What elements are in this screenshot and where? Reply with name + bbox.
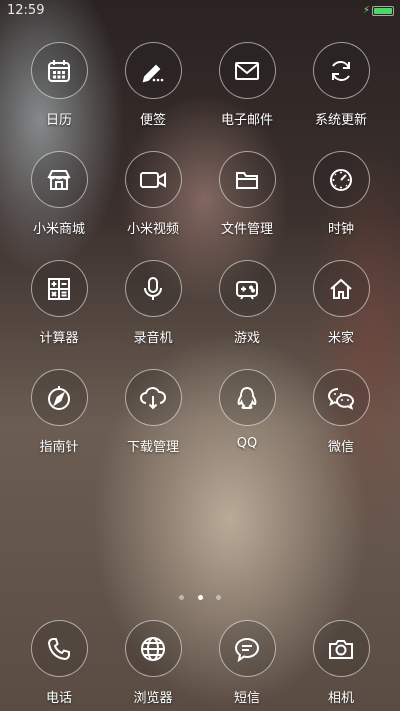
home-icon	[313, 260, 370, 317]
microphone-icon	[125, 260, 182, 317]
app-games[interactable]: 游戏	[200, 260, 294, 346]
dock-camera[interactable]: 相机	[294, 620, 388, 706]
app-compass[interactable]: 指南针	[12, 369, 106, 455]
app-notes[interactable]: 便签	[106, 42, 200, 128]
status-time: 12:59	[7, 3, 44, 18]
app-label: 录音机	[106, 327, 200, 346]
app-label: 电话	[12, 687, 106, 706]
store-icon	[31, 151, 88, 208]
calculator-icon	[31, 260, 88, 317]
qq-penguin-icon	[219, 369, 276, 426]
wechat-icon	[313, 369, 370, 426]
dock-messages[interactable]: 短信	[200, 620, 294, 706]
app-calculator[interactable]: 计算器	[12, 260, 106, 346]
gamepad-icon	[219, 260, 276, 317]
app-label: 文件管理	[200, 218, 294, 237]
app-calendar[interactable]: 日历	[12, 42, 106, 128]
app-label: 相机	[294, 687, 388, 706]
app-label: 电子邮件	[200, 109, 294, 128]
message-icon	[219, 620, 276, 677]
app-mijia[interactable]: 米家	[294, 260, 388, 346]
charging-icon: ⚡	[363, 5, 370, 16]
folder-icon	[219, 151, 276, 208]
app-label: 短信	[200, 687, 294, 706]
app-label: 便签	[106, 109, 200, 128]
app-label: 指南针	[12, 436, 106, 455]
cloud-download-icon	[125, 369, 182, 426]
mail-icon	[219, 42, 276, 99]
compass-icon	[31, 369, 88, 426]
refresh-icon	[313, 42, 370, 99]
app-label: 计算器	[12, 327, 106, 346]
clock-icon	[313, 151, 370, 208]
app-email[interactable]: 电子邮件	[200, 42, 294, 128]
camera-icon	[313, 620, 370, 677]
app-label: 浏览器	[106, 687, 200, 706]
app-clock[interactable]: 时钟	[294, 151, 388, 237]
calendar-icon	[31, 42, 88, 99]
page-indicator	[0, 585, 400, 604]
app-label: 下载管理	[106, 436, 200, 455]
app-label: 游戏	[200, 327, 294, 346]
app-recorder[interactable]: 录音机	[106, 260, 200, 346]
app-qq[interactable]: QQ	[200, 369, 294, 451]
battery-icon	[372, 6, 394, 16]
app-label: QQ	[200, 436, 294, 451]
app-file-manager[interactable]: 文件管理	[200, 151, 294, 237]
app-label: 系统更新	[294, 109, 388, 128]
notes-pen-icon	[125, 42, 182, 99]
page-dot[interactable]	[179, 595, 184, 600]
app-mi-store[interactable]: 小米商城	[12, 151, 106, 237]
app-wechat[interactable]: 微信	[294, 369, 388, 455]
dock-browser[interactable]: 浏览器	[106, 620, 200, 706]
app-label: 小米视频	[106, 218, 200, 237]
app-label: 小米商城	[12, 218, 106, 237]
app-system-update[interactable]: 系统更新	[294, 42, 388, 128]
app-label: 微信	[294, 436, 388, 455]
dock-phone[interactable]: 电话	[12, 620, 106, 706]
globe-icon	[125, 620, 182, 677]
app-label: 时钟	[294, 218, 388, 237]
status-bar: 12:59 ⚡	[0, 0, 400, 24]
page-dot[interactable]	[216, 595, 221, 600]
app-downloads[interactable]: 下载管理	[106, 369, 200, 455]
app-label: 日历	[12, 109, 106, 128]
app-mi-video[interactable]: 小米视频	[106, 151, 200, 237]
video-icon	[125, 151, 182, 208]
phone-icon	[31, 620, 88, 677]
app-label: 米家	[294, 327, 388, 346]
page-dot-active[interactable]	[198, 595, 203, 600]
